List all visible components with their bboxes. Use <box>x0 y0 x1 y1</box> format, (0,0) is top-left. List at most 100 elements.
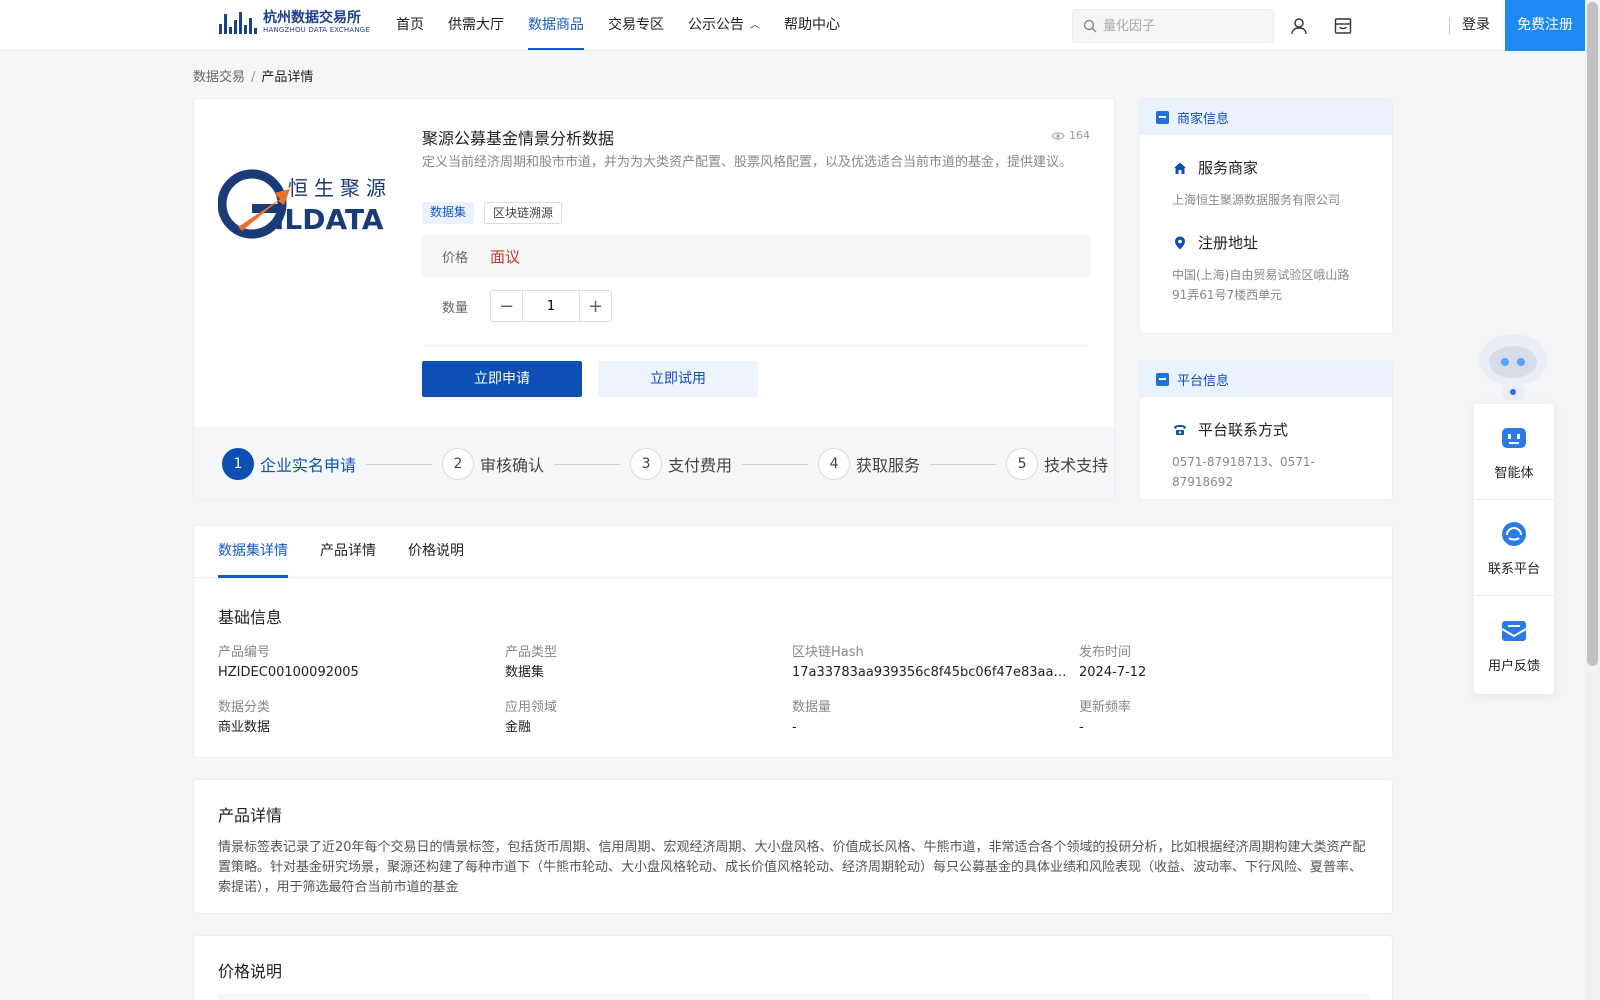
info-publish-date: 发布时间 2024-7-12 <box>1079 644 1366 684</box>
tab-product-details[interactable]: 产品详情 <box>320 526 376 577</box>
platform-info-title: 平台信息 <box>1177 373 1230 389</box>
register-button[interactable]: 免费注册 <box>1505 0 1585 51</box>
nav-data-products[interactable]: 数据商品 <box>528 0 584 50</box>
info-key: 数据分类 <box>218 700 271 715</box>
info-value: 商业数据 <box>218 720 271 735</box>
top-header: 杭州数据交易所 HANGZHOU DATA EXCHANGE 首页 供需大厅 数… <box>0 0 1600 51</box>
gildata-logo-icon: 恒生聚源 ILDATA <box>218 169 386 239</box>
nav-home[interactable]: 首页 <box>396 0 424 50</box>
chevron-up-icon: ︿ <box>750 20 760 31</box>
scrollbar-thumb[interactable] <box>1587 2 1598 666</box>
nav-trade-zone[interactable]: 交易专区 <box>608 0 664 50</box>
search-input[interactable] <box>1103 18 1253 34</box>
main-nav: 首页 供需大厅 数据商品 交易专区 公示公告 ︿ 帮助中心 <box>396 0 864 50</box>
price-label: 价格 <box>442 250 469 266</box>
breadcrumb-data-trading[interactable]: 数据交易 <box>193 70 245 85</box>
step-connector <box>930 463 997 465</box>
step-connector <box>554 463 621 465</box>
price-row: 价格 面议 <box>422 235 1090 277</box>
info-key: 产品类型 <box>505 645 558 660</box>
basic-info-title: 基础信息 <box>218 608 283 627</box>
info-update-frequency: 更新频率 - <box>1079 699 1366 739</box>
gildata-logo: 恒生聚源 ILDATA <box>218 169 398 239</box>
service-merchant: 服务商家 上海恒生聚源数据服务有限公司 <box>1140 157 1392 210</box>
product-card: 恒生聚源 ILDATA 聚源公募基金情景分析数据 164 定义当前经济周期和股市… <box>193 98 1115 500</box>
tab-price-description[interactable]: 价格说明 <box>408 526 464 577</box>
nav-announcements[interactable]: 公示公告 ︿ <box>688 0 760 50</box>
float-contact-platform[interactable]: 联系平台 <box>1474 500 1554 596</box>
info-value: - <box>1079 720 1084 735</box>
step-number: 2 <box>442 448 475 480</box>
info-value: 金融 <box>505 720 532 735</box>
quantity-input[interactable] <box>522 291 580 321</box>
logo-text-cn: 杭州数据交易所 <box>263 10 361 26</box>
price-value: 面议 <box>490 247 521 266</box>
tag-blockchain: 区块链溯源 <box>484 202 563 224</box>
tag-dataset: 数据集 <box>422 202 475 224</box>
step-number: 3 <box>630 448 663 480</box>
platform-info-header: 平台信息 <box>1140 361 1392 397</box>
step-label: 支付费用 <box>668 456 733 475</box>
tab-dataset-details[interactable]: 数据集详情 <box>218 526 288 578</box>
registered-address-title: 注册地址 <box>1198 234 1259 252</box>
info-key: 数据量 <box>792 700 832 715</box>
user-icon[interactable] <box>1289 16 1309 36</box>
nav-help-center[interactable]: 帮助中心 <box>784 0 840 50</box>
site-logo[interactable]: 杭州数据交易所 HANGZHOU DATA EXCHANGE <box>219 10 370 35</box>
info-value: 2024-7-12 <box>1079 665 1147 680</box>
breadcrumb-separator: / <box>251 70 256 85</box>
step-label: 获取服务 <box>856 456 921 475</box>
eye-icon <box>1051 131 1065 140</box>
float-user-feedback[interactable]: 用户反馈 <box>1474 596 1554 692</box>
product-description: 定义当前经济周期和股市市道，并为为大类资产配置、股票风格配置，以及优选适合当前市… <box>422 155 1073 170</box>
service-merchant-title: 服务商家 <box>1198 159 1259 177</box>
product-detail-card: 产品详情 情景标签表记录了近20年每个交易日的情景标签，包括货币周期、信用周期、… <box>193 779 1393 914</box>
float-contact-label: 联系平台 <box>1487 562 1540 577</box>
info-blockchain-hash: 区块链Hash 17a33783aa939356c8f45bc06f47e83aa… <box>792 644 1079 684</box>
home-icon <box>1174 162 1186 174</box>
plus-button[interactable]: + <box>580 291 611 321</box>
info-data-category: 数据分类 商业数据 <box>218 699 505 739</box>
robot-assistant-icon[interactable] <box>1474 326 1552 404</box>
info-value: 17a33783aa939356c8f45bc06f47e83aa89… <box>792 665 1070 680</box>
view-count-value: 164 <box>1069 129 1090 142</box>
headset-icon <box>1502 522 1526 546</box>
step-2: 2 审核确认 <box>442 448 630 480</box>
divider <box>422 345 1090 346</box>
shop-icon[interactable] <box>1333 16 1353 36</box>
float-feedback-label: 用户反馈 <box>1487 658 1540 674</box>
store-icon <box>1156 110 1169 124</box>
product-title: 聚源公募基金情景分析数据 <box>422 129 615 148</box>
step-4: 4 获取服务 <box>818 448 1006 480</box>
merchant-info-card: 商家信息 服务商家 上海恒生聚源数据服务有限公司 注册地址 中国(上海)自由贸易… <box>1139 98 1393 334</box>
quantity-stepper: − + <box>490 290 612 322</box>
price-description-title: 价格说明 <box>218 962 283 981</box>
price-table-header <box>218 994 1370 1000</box>
info-key: 区块链Hash <box>792 645 864 660</box>
agent-bot-icon <box>1502 428 1526 448</box>
process-steps: 1 企业实名申请 2 审核确认 3 支付费用 4 获取服务 5 技术支持 <box>194 427 1114 499</box>
nav-supply-demand[interactable]: 供需大厅 <box>448 0 504 50</box>
info-key: 应用领域 <box>505 700 558 715</box>
logo-text-en: HANGZHOU DATA EXCHANGE <box>263 26 371 34</box>
quantity-row: 数量 − + <box>422 289 612 323</box>
search-box[interactable] <box>1072 9 1274 43</box>
location-pin-icon <box>1175 236 1185 249</box>
login-link[interactable]: 登录 <box>1462 0 1490 50</box>
view-count: 164 <box>1051 129 1090 142</box>
platform-info-card: 平台信息 平台联系方式 0571-87918713、0571-87918692 <box>1139 360 1393 500</box>
dataset-details-card: 数据集详情 产品详情 价格说明 基础信息 产品编号 HZIDEC001000920… <box>193 525 1393 758</box>
step-label: 技术支持 <box>1044 456 1109 475</box>
quantity-label: 数量 <box>442 300 469 316</box>
page-scrollbar[interactable] <box>1585 0 1600 1000</box>
trial-now-button[interactable]: 立即试用 <box>598 361 758 397</box>
minus-button[interactable]: − <box>491 291 522 321</box>
float-agent[interactable]: 智能体 <box>1474 404 1554 500</box>
breadcrumb: 数据交易 / 产品详情 <box>193 66 313 85</box>
apply-now-button[interactable]: 立即申请 <box>422 361 582 397</box>
search-icon <box>1083 19 1097 33</box>
step-number: 1 <box>222 448 254 480</box>
phone-icon <box>1174 424 1186 435</box>
merchant-info-title: 商家信息 <box>1177 111 1230 127</box>
header-divider <box>1449 17 1450 35</box>
